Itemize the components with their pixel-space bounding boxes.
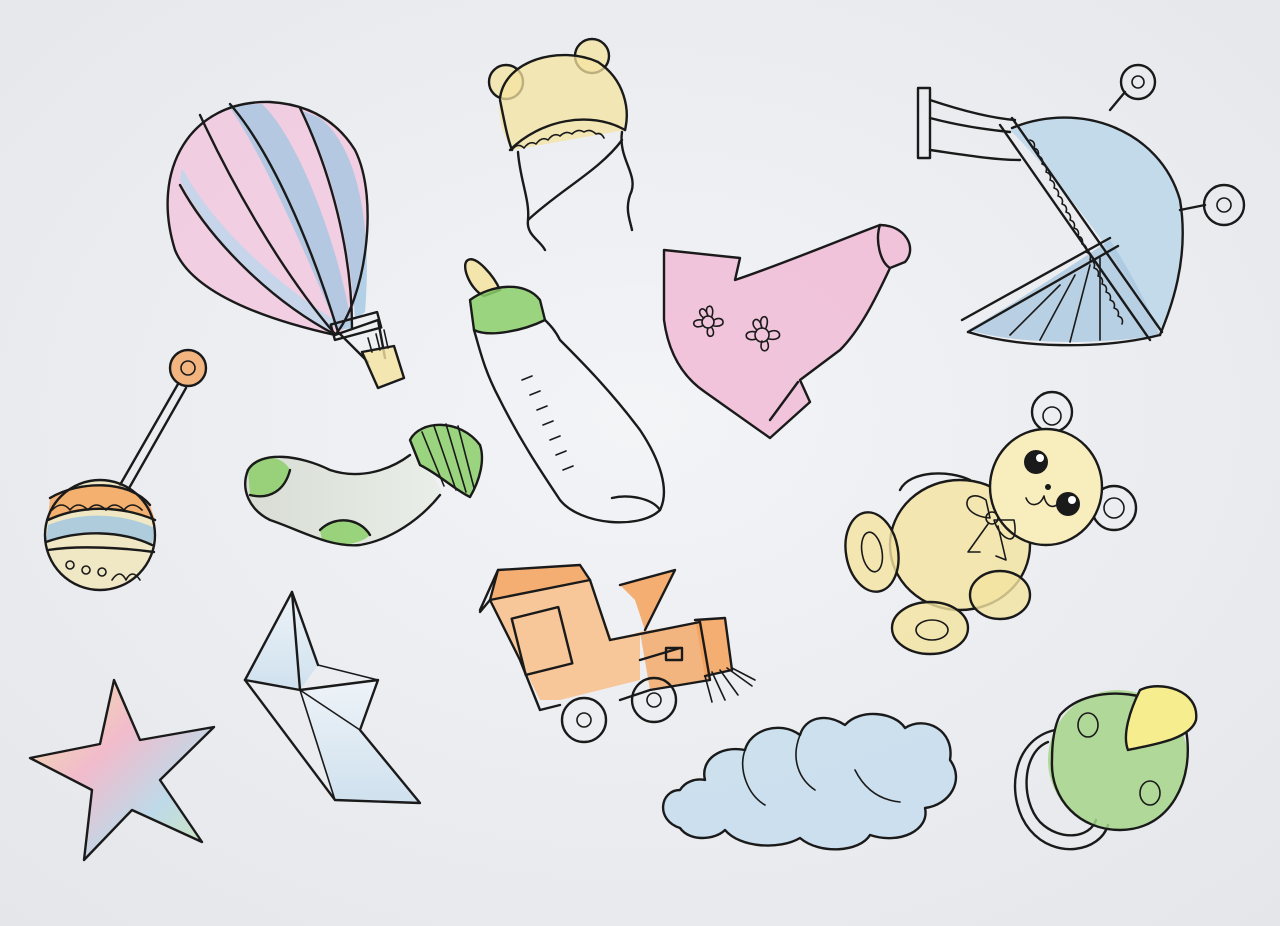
- baby-doodles-illustration: [0, 0, 1280, 926]
- watercolor-paper: [0, 0, 1280, 926]
